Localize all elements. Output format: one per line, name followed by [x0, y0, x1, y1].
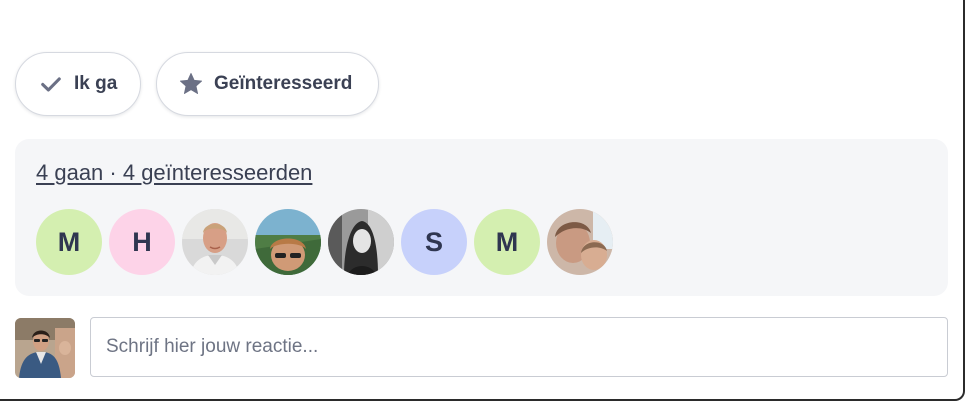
attendees-panel: 4 gaan · 4 geïnteresseerden M H S M — [15, 139, 948, 296]
avatar[interactable]: M — [474, 209, 540, 275]
going-button[interactable]: Ik ga — [15, 52, 141, 116]
avatar[interactable]: M — [36, 209, 102, 275]
avatar[interactable] — [547, 209, 613, 275]
current-user-avatar — [15, 318, 75, 378]
interested-button[interactable]: Geïnteresseerd — [156, 52, 379, 116]
comment-input[interactable] — [90, 317, 948, 377]
avatar[interactable] — [328, 209, 394, 275]
avatar[interactable] — [255, 209, 321, 275]
person-photo-icon — [547, 209, 613, 275]
person-photo-icon — [182, 209, 248, 275]
avatar-initial: S — [424, 226, 443, 257]
attendee-summary-link[interactable]: 4 gaan · 4 geïnteresseerden — [36, 160, 312, 186]
avatar-initial: M — [57, 226, 81, 257]
avatar-initial: M — [495, 226, 519, 257]
comment-composer — [15, 317, 948, 378]
star-icon — [178, 71, 204, 97]
event-rsvp-panel: Ik ga Geïnteresseerd 4 gaan · 4 geïntere… — [0, 0, 965, 401]
interested-label: Geïnteresseerd — [214, 73, 353, 94]
going-label: Ik ga — [74, 73, 118, 94]
person-photo-icon — [328, 209, 394, 275]
checkmark-icon — [38, 71, 64, 97]
avatar[interactable]: H — [109, 209, 175, 275]
attendee-avatar-list: M H S M — [36, 209, 613, 275]
avatar-initial: H — [132, 226, 152, 257]
rsvp-actions: Ik ga Geïnteresseerd — [15, 52, 379, 116]
avatar[interactable]: S — [401, 209, 467, 275]
person-photo-icon — [255, 209, 321, 275]
person-photo-icon — [15, 318, 75, 378]
avatar[interactable] — [182, 209, 248, 275]
